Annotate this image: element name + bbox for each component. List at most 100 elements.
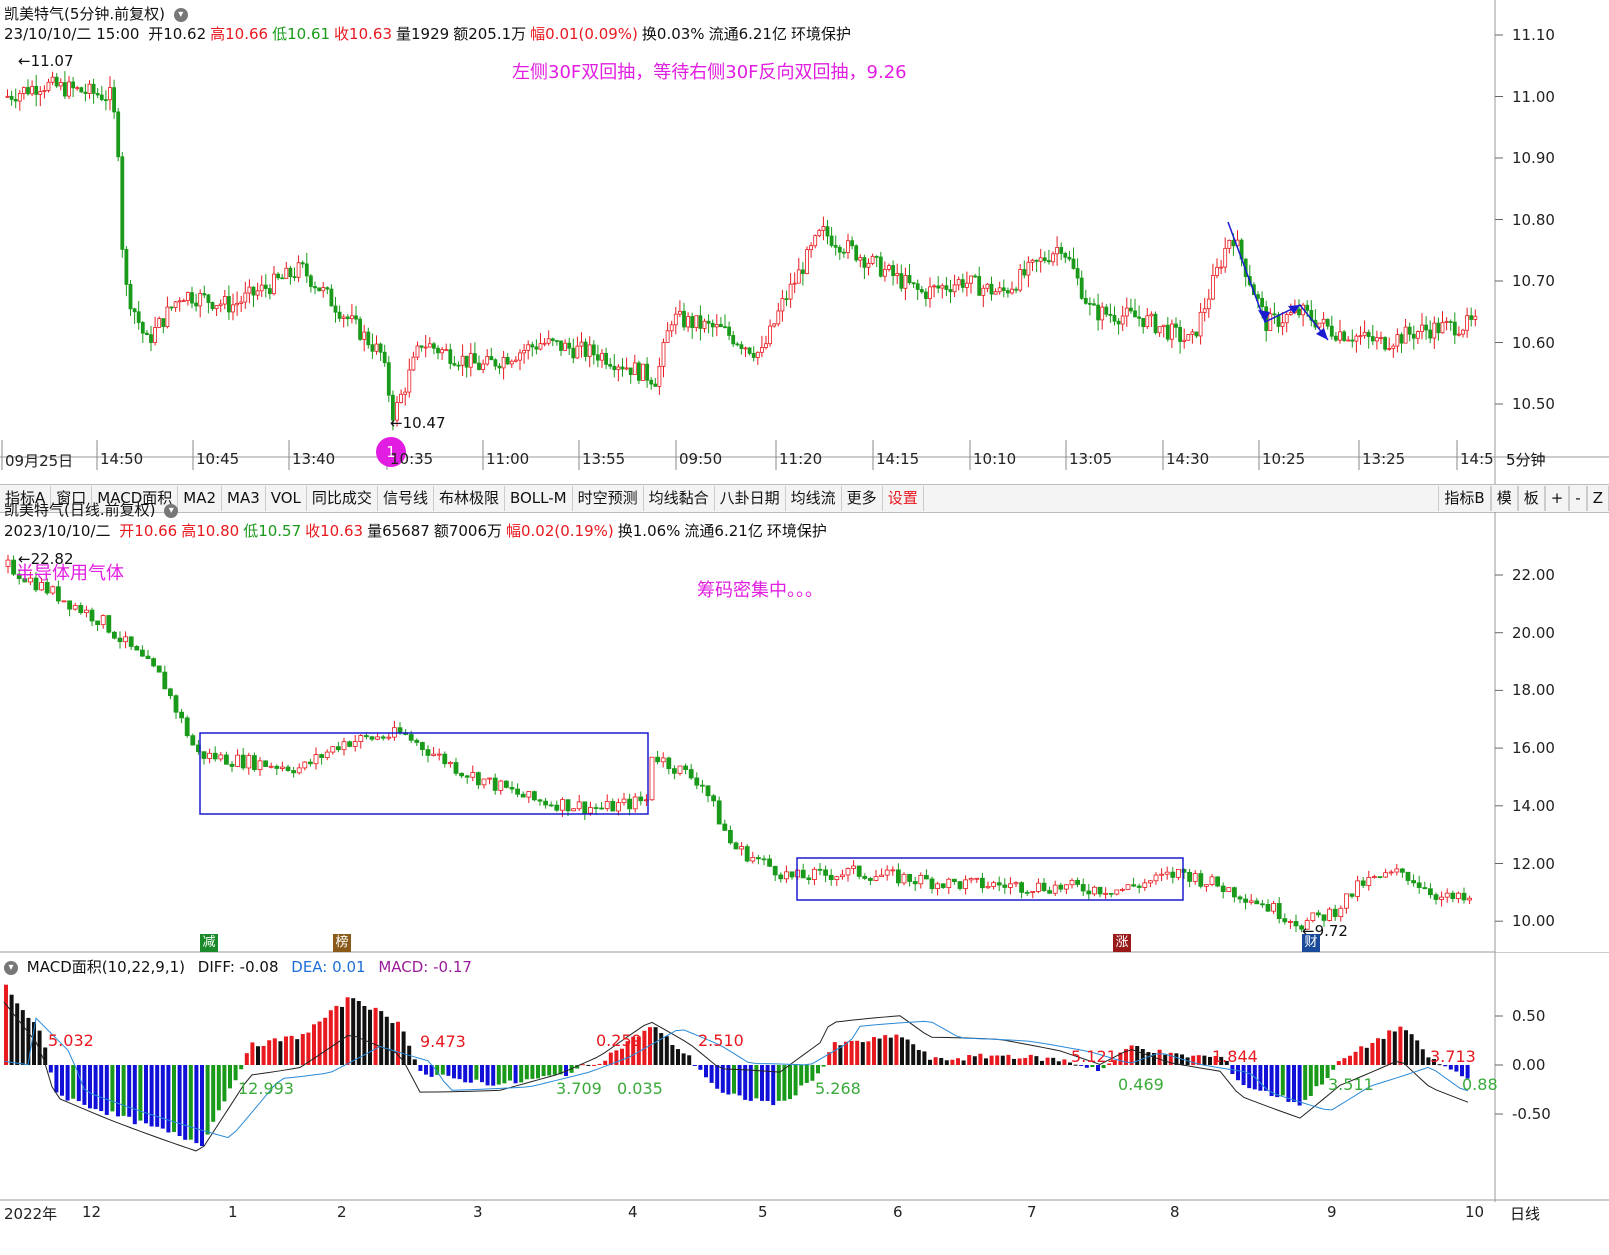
macd-bar xyxy=(211,1065,216,1122)
toolbar-right-item[interactable]: - xyxy=(1569,486,1587,511)
candle-body xyxy=(179,711,185,719)
candle-body xyxy=(1450,892,1456,899)
macd-bar xyxy=(978,1053,983,1065)
badge-finance[interactable]: 财 xyxy=(1302,934,1320,952)
candle-body xyxy=(1248,900,1254,903)
candle-body xyxy=(34,85,39,95)
macd-bar xyxy=(816,1065,820,1074)
candle-body xyxy=(1219,266,1223,269)
candle-body xyxy=(1370,336,1375,342)
date-x-tick: 9 xyxy=(1327,1203,1337,1221)
candle-body xyxy=(1114,889,1120,895)
candle-body xyxy=(620,366,625,370)
candle-body xyxy=(616,802,621,812)
candle-body xyxy=(973,275,977,278)
candle-body xyxy=(330,746,336,753)
candle-body xyxy=(1391,345,1396,349)
toolbar-item[interactable]: 设置 xyxy=(883,486,924,511)
candle-body xyxy=(415,345,420,358)
candle-body xyxy=(300,262,305,265)
toolbar-item[interactable]: VOL xyxy=(266,486,307,511)
candle-body xyxy=(1268,313,1273,331)
candle-body xyxy=(375,736,381,740)
candle-body xyxy=(764,343,768,348)
candle-body xyxy=(690,316,695,329)
candle-body xyxy=(501,357,506,369)
candle-body xyxy=(268,765,274,768)
candle-body xyxy=(1444,892,1450,898)
candle-body xyxy=(497,365,502,369)
candle-body xyxy=(854,245,859,261)
candle-body xyxy=(226,296,231,313)
intraday-period-label[interactable]: 5分钟 xyxy=(1506,449,1546,470)
candle-body xyxy=(407,369,412,393)
candle-body xyxy=(714,324,719,328)
date-x-tick: 1 xyxy=(228,1203,238,1221)
toolbar-item[interactable]: 时空预测 xyxy=(573,486,644,511)
toolbar-item[interactable]: MA2 xyxy=(178,486,222,511)
toolbar-right-item[interactable]: 板 xyxy=(1517,486,1545,511)
toolbar-item[interactable]: 均线黏合 xyxy=(644,486,715,511)
candle-body xyxy=(285,766,291,771)
toolbar-item[interactable]: 均线流 xyxy=(786,486,842,511)
badge-rise[interactable]: 涨 xyxy=(1113,934,1131,952)
date-x-tick: 8 xyxy=(1170,1203,1180,1221)
candle-body xyxy=(509,360,514,365)
intraday-y-tick: 10.60 xyxy=(1512,333,1555,352)
toolbar-item[interactable]: 八卦日期 xyxy=(715,486,786,511)
macd-bar xyxy=(620,1048,624,1065)
daily-period-label[interactable]: 日线 xyxy=(1510,1203,1540,1224)
macd-bar xyxy=(698,1065,703,1070)
candle-body xyxy=(870,255,875,264)
candle-body xyxy=(17,93,22,102)
toolbar-right-item[interactable]: 模 xyxy=(1490,486,1518,511)
candle-body xyxy=(1344,893,1349,909)
macd-bar xyxy=(26,1017,31,1065)
candle-body xyxy=(419,742,425,750)
candle-body xyxy=(477,362,481,370)
macd-bar xyxy=(967,1055,972,1065)
macd-bar xyxy=(1146,1052,1151,1065)
candle-body xyxy=(874,255,879,258)
toolbar-item[interactable]: MA3 xyxy=(222,486,266,511)
candle-body xyxy=(719,324,723,328)
macd-bar xyxy=(664,1036,669,1065)
candle-body xyxy=(649,756,655,801)
candle-body xyxy=(307,761,313,765)
intraday-low-label: ←10.47 xyxy=(390,414,446,432)
macd-bar xyxy=(944,1060,949,1065)
macd-bar xyxy=(368,1009,372,1065)
toolbar-item[interactable]: 同比成交 xyxy=(307,486,378,511)
candle-body xyxy=(58,82,63,87)
toolbar-item[interactable]: BOLL-M xyxy=(505,486,573,511)
candle-body xyxy=(1055,247,1059,255)
toolbar-item[interactable]: 布林极限 xyxy=(434,486,505,511)
badge-rank[interactable]: 榜 xyxy=(333,934,351,952)
candle-body xyxy=(1149,313,1154,317)
candle-body xyxy=(1036,882,1041,892)
candle-body xyxy=(1052,884,1058,894)
candle-body xyxy=(1452,321,1457,336)
candle-body xyxy=(153,327,158,343)
candle-body xyxy=(744,846,750,862)
macd-chart[interactable]: 5.032 9.473 0.259 2.510 5.121 1.844 3.713 12.99… xyxy=(0,952,1609,1202)
macd-bar xyxy=(166,1065,171,1133)
candle-body xyxy=(1424,324,1428,331)
candle-body xyxy=(946,878,952,888)
badge-reduce[interactable]: 减 xyxy=(200,934,218,952)
macd-bar xyxy=(832,1042,837,1065)
candle-body xyxy=(537,799,543,802)
macd-area-red: 2.510 xyxy=(698,1031,744,1050)
toolbar-right-item[interactable]: 指标B xyxy=(1438,486,1491,511)
macd-bar xyxy=(513,1065,518,1084)
macd-bar xyxy=(849,1040,854,1065)
macd-bar xyxy=(412,1059,417,1065)
candle-body xyxy=(276,273,281,279)
candle-body xyxy=(259,284,264,292)
toolbar-right-item[interactable]: Z xyxy=(1586,486,1609,511)
toolbar-item[interactable]: 信号线 xyxy=(378,486,434,511)
toolbar-item[interactable]: 更多 xyxy=(842,486,883,511)
toolbar-right-item[interactable]: + xyxy=(1544,486,1570,511)
macd-bar xyxy=(883,1035,888,1065)
candle-body xyxy=(464,355,469,368)
